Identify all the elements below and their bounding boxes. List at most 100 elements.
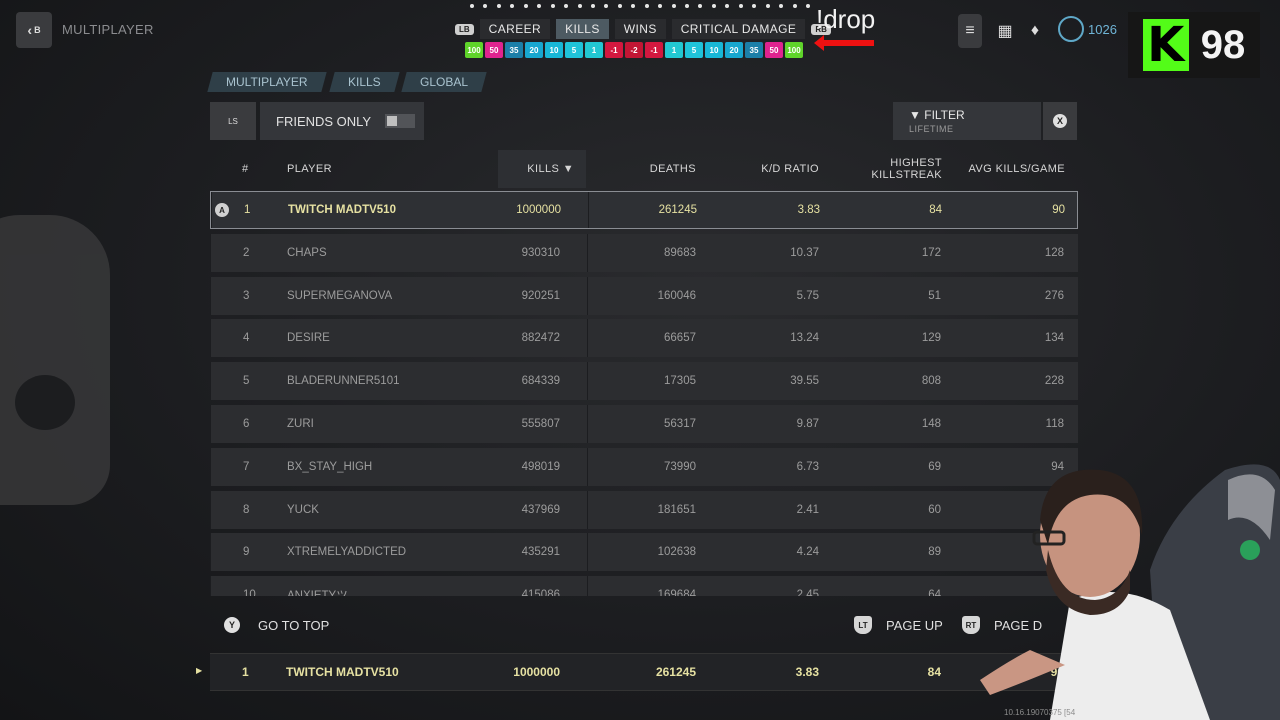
go-to-top-button[interactable]: Y GO TO TOP xyxy=(224,617,329,633)
col-deaths[interactable]: DEATHS xyxy=(610,150,696,188)
rank-cell: 8 xyxy=(243,503,250,516)
tab-critical-damage[interactable]: CRITICAL DAMAGE xyxy=(671,19,806,39)
deaths-cell: 169684 xyxy=(657,589,696,596)
deaths-cell: 66657 xyxy=(664,332,696,345)
kd-cell: 2.41 xyxy=(796,503,819,516)
rank-cell: 2 xyxy=(243,246,250,259)
deaths-cell: 261245 xyxy=(658,204,697,216)
progress-dot xyxy=(617,4,622,8)
streak-cell: 60 xyxy=(928,503,941,516)
streak-cell: 172 xyxy=(921,246,941,259)
table-row[interactable]: 7 BX_STAY_HIGH 498019 73990 6.73 69 94 xyxy=(210,447,1078,486)
kick-logo-icon: K xyxy=(1142,17,1189,73)
player-cell: TWITCH MADTV510 xyxy=(288,204,396,216)
progress-dot xyxy=(671,4,676,8)
rank-cell: 7 xyxy=(243,460,250,473)
page-up-button[interactable]: LT PAGE UP xyxy=(854,616,943,634)
kills-cell: 1000000 xyxy=(516,204,561,216)
table-row[interactable]: 9 XTREMELYADDICTED 435291 102638 4.24 89 xyxy=(210,533,1078,572)
bell-icon[interactable]: ♦ xyxy=(1023,14,1047,48)
avg-cell: 134 xyxy=(1044,332,1064,345)
col-player[interactable]: PLAYER xyxy=(287,150,332,188)
table-row[interactable]: 10 ANXIETYツ 415086 169684 2.45 64 xyxy=(210,576,1078,596)
avg-cell: 118 xyxy=(1045,418,1064,430)
col-highest-killstreak[interactable]: HIGHEST KILLSTREAK xyxy=(850,150,942,188)
table-row[interactable]: 5 BLADERUNNER5101 684339 17305 39.55 808 228 xyxy=(210,362,1078,401)
pinned-kd: 3.83 xyxy=(795,665,819,679)
tab-wins[interactable]: WINS xyxy=(614,19,666,39)
progress-dot xyxy=(725,4,730,8)
filter-button[interactable]: ▼ FILTER LIFETIME xyxy=(893,102,1041,140)
player-cell: YUCK xyxy=(287,503,319,516)
leaderboard-list: A 1 TWITCH MADTV510 1000000 261245 3.83 84 90 2 C… xyxy=(210,191,1078,596)
filter-value: LIFETIME xyxy=(909,124,954,134)
build-id: 10.16.19070375 [54 xyxy=(1004,708,1076,717)
table-row[interactable]: 2 CHAPS 930310 89683 10.37 172 128 xyxy=(210,233,1078,272)
progress-dot xyxy=(550,4,555,8)
kd-cell: 3.83 xyxy=(797,204,820,216)
y-button-glyph: Y xyxy=(224,617,240,633)
tab-kills[interactable]: KILLS xyxy=(556,19,609,39)
streak-cell: 129 xyxy=(921,332,941,345)
x-button-glyph: X xyxy=(1053,114,1067,128)
deaths-cell: 73990 xyxy=(664,460,696,473)
deaths-cell: 89683 xyxy=(664,246,696,259)
table-row[interactable]: 3 SUPERMEGANOVA 920251 160046 5.75 51 276 xyxy=(210,276,1078,315)
drop-chip: 100 xyxy=(465,42,483,58)
filter-label: FILTER xyxy=(924,108,965,122)
progress-dot xyxy=(470,4,474,8)
pinned-streak: 84 xyxy=(927,665,941,679)
stat-tabs: LB CAREER KILLS WINS CRITICAL DAMAGE RB xyxy=(455,18,831,40)
streak-cell: 89 xyxy=(928,546,941,559)
progress-dot xyxy=(564,4,569,8)
back-button[interactable]: ‹ B xyxy=(16,12,52,48)
go-to-top-label: GO TO TOP xyxy=(258,617,330,633)
ls-stick-button[interactable]: LS xyxy=(210,102,256,140)
drop-chip: 50 xyxy=(485,42,503,58)
rank-cell: 10 xyxy=(243,589,256,596)
pinned-player: TWITCH MADTV510 xyxy=(286,665,399,679)
col-rank[interactable]: # xyxy=(242,150,249,188)
col-kills[interactable]: KILLS ▼ xyxy=(498,150,586,188)
table-header: # PLAYER KILLS ▼ DEATHS K/D RATIO HIGHES… xyxy=(210,150,1078,188)
red-arrow-icon xyxy=(814,35,874,51)
lb-bumper-icon: LB xyxy=(455,23,474,35)
drop-chip: -2 xyxy=(625,42,643,58)
kills-cell: 684339 xyxy=(521,375,560,388)
pinned-deaths: 261245 xyxy=(655,665,696,679)
ls-stick-icon: LS xyxy=(228,116,238,126)
table-row[interactable]: 8 YUCK 437969 181651 2.41 60 xyxy=(210,490,1078,529)
friends-only-toggle[interactable]: FRIENDS ONLY xyxy=(260,102,424,140)
a-button-glyph: A xyxy=(215,203,229,217)
tab-career[interactable]: CAREER xyxy=(479,19,551,39)
breadcrumb-global[interactable]: GLOBAL xyxy=(401,72,487,92)
cod-points[interactable]: 1026 xyxy=(1058,16,1117,42)
drop-chip: 1 xyxy=(665,42,683,58)
toggle-switch[interactable] xyxy=(385,114,416,128)
drop-chip: -1 xyxy=(605,42,623,58)
rank-cell: 1 xyxy=(244,204,251,216)
clear-filter-button[interactable]: X xyxy=(1043,102,1077,140)
kd-cell: 2.45 xyxy=(796,589,819,596)
pinned-player-row[interactable]: 1 TWITCH MADTV510 1000000 261245 3.83 84… xyxy=(210,653,1078,691)
streak-cell: 148 xyxy=(921,418,941,430)
progress-dot xyxy=(577,4,582,8)
kd-cell: 4.24 xyxy=(796,546,819,559)
menu-icon[interactable]: ≡ xyxy=(958,14,982,48)
col-avg-kills[interactable]: AVG KILLS/GAME xyxy=(960,150,1065,188)
breadcrumb-multiplayer[interactable]: MULTIPLAYER xyxy=(207,72,327,92)
kd-cell: 13.24 xyxy=(790,332,819,345)
col-kd-ratio[interactable]: K/D RATIO xyxy=(730,150,819,188)
player-cell: XTREMELYADDICTED xyxy=(287,546,407,559)
table-row[interactable]: 6 ZURI 555807 56317 9.87 148 118 xyxy=(210,405,1078,443)
breadcrumb-kills[interactable]: KILLS xyxy=(328,72,399,92)
drop-chip: 20 xyxy=(725,42,743,58)
grid-icon[interactable]: ▦ xyxy=(993,14,1017,48)
table-row[interactable]: 4 DESIRE 882472 66657 13.24 129 134 xyxy=(210,319,1078,358)
chevron-left-icon: ‹ xyxy=(27,22,33,38)
pinned-kills: 1000000 xyxy=(513,665,560,679)
progress-dot xyxy=(496,4,501,8)
bottom-nav: Y GO TO TOP LT PAGE UP RT PAGE D xyxy=(210,606,1078,644)
progress-dot xyxy=(765,4,770,8)
table-row[interactable]: A 1 TWITCH MADTV510 1000000 261245 3.83 84 90 xyxy=(210,191,1078,229)
